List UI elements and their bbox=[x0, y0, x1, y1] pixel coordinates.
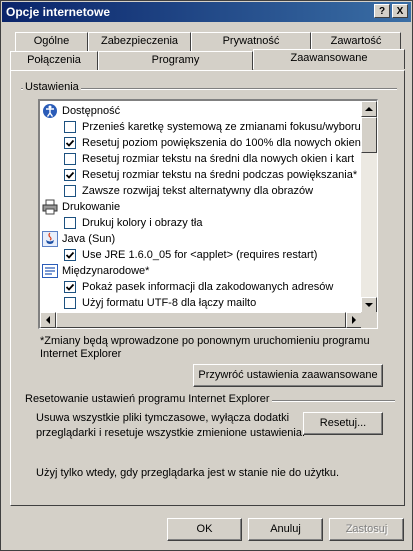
tab-connections[interactable]: Połączenia bbox=[10, 51, 98, 70]
tab-advanced[interactable]: Zaawansowane bbox=[253, 49, 405, 69]
cancel-button[interactable]: Anuluj bbox=[248, 518, 323, 541]
reset-group-label: Resetowanie ustawień programu Internet E… bbox=[23, 393, 272, 405]
advanced-panel bbox=[10, 70, 405, 506]
help-button[interactable]: ? bbox=[374, 4, 390, 18]
settings-group-label: Ustawienia bbox=[23, 81, 81, 93]
tab-security[interactable]: Zabezpieczenia bbox=[88, 32, 191, 51]
apply-button[interactable]: Zastosuj bbox=[329, 518, 404, 541]
tab-general[interactable]: Ogólne bbox=[15, 32, 88, 51]
close-button[interactable]: X bbox=[392, 4, 408, 18]
title-bar: Opcje internetowe bbox=[2, 2, 411, 22]
tab-programs[interactable]: Programy bbox=[98, 51, 253, 70]
ok-button[interactable]: OK bbox=[167, 518, 242, 541]
window-title: Opcje internetowe bbox=[6, 5, 111, 19]
internet-options-dialog: Opcje internetowe ? X Ogólne Zabezpiecze… bbox=[0, 0, 413, 551]
